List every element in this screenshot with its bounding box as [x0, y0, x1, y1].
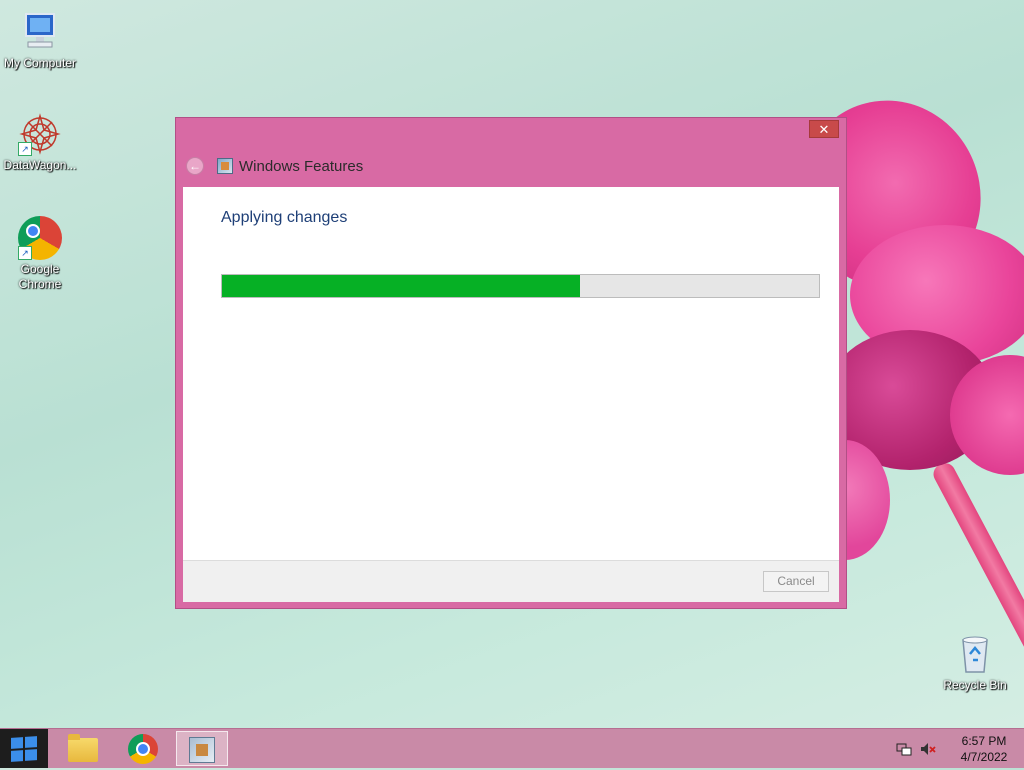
shortcut-arrow-icon: ↗ [18, 142, 32, 156]
back-arrow-icon: ← [189, 159, 201, 173]
taskbar-file-explorer[interactable] [55, 731, 107, 766]
back-button[interactable]: ← [186, 157, 204, 175]
windows-features-icon [217, 158, 233, 174]
recycle-bin-icon [953, 632, 997, 676]
windows-features-icon [189, 737, 215, 763]
desktop-icon-recycle-bin[interactable]: Recycle Bin [935, 632, 1015, 692]
desktop-icon-my-computer[interactable]: My Computer [0, 10, 80, 70]
taskbar: 6:57 PM 4/7/2022 [0, 728, 1024, 768]
windows-features-window[interactable]: ✕ ← Windows Features Applying changes Ca… [175, 117, 847, 609]
desktop-icon-datawagon[interactable]: ↗ DataWagon... [0, 112, 80, 172]
progress-bar-fill [222, 275, 581, 297]
desktop-icon-google-chrome[interactable]: ↗ Google Chrome [0, 216, 80, 292]
desktop-icon-label: DataWagon... [3, 158, 77, 172]
taskbar-google-chrome[interactable] [117, 731, 169, 766]
computer-icon [18, 10, 62, 54]
flower-stem [930, 459, 1024, 770]
progress-bar [221, 274, 820, 298]
system-tray: 6:57 PM 4/7/2022 [896, 729, 1024, 768]
windows-logo-icon [11, 736, 37, 762]
start-button[interactable] [0, 729, 48, 768]
clock-time: 6:57 PM [961, 733, 1007, 748]
cancel-button[interactable]: Cancel [763, 571, 829, 592]
clock-date: 4/7/2022 [960, 749, 1008, 764]
window-title: Windows Features [239, 157, 364, 175]
close-button[interactable]: ✕ [809, 120, 839, 138]
dialog-footer: Cancel [183, 560, 839, 602]
close-icon: ✕ [818, 122, 830, 137]
status-heading: Applying changes [221, 209, 348, 226]
desktop-icon-label: My Computer [3, 56, 77, 70]
desktop-icon-label: Recycle Bin [943, 678, 1007, 692]
speaker-muted-icon[interactable] [920, 741, 936, 757]
title-bar: ← Windows Features [186, 155, 363, 177]
folder-icon [68, 734, 98, 762]
network-icon[interactable] [896, 741, 912, 757]
clock[interactable]: 6:57 PM 4/7/2022 [944, 733, 1024, 765]
shortcut-arrow-icon: ↗ [18, 246, 32, 260]
dialog-content: Applying changes Cancel [183, 187, 839, 602]
datawagon-logo-icon: ↗ [18, 112, 62, 156]
chrome-icon [128, 734, 158, 764]
desktop-icon-label: Google Chrome [18, 262, 62, 291]
taskbar-windows-features[interactable] [176, 731, 228, 766]
chrome-icon: ↗ [18, 216, 62, 260]
